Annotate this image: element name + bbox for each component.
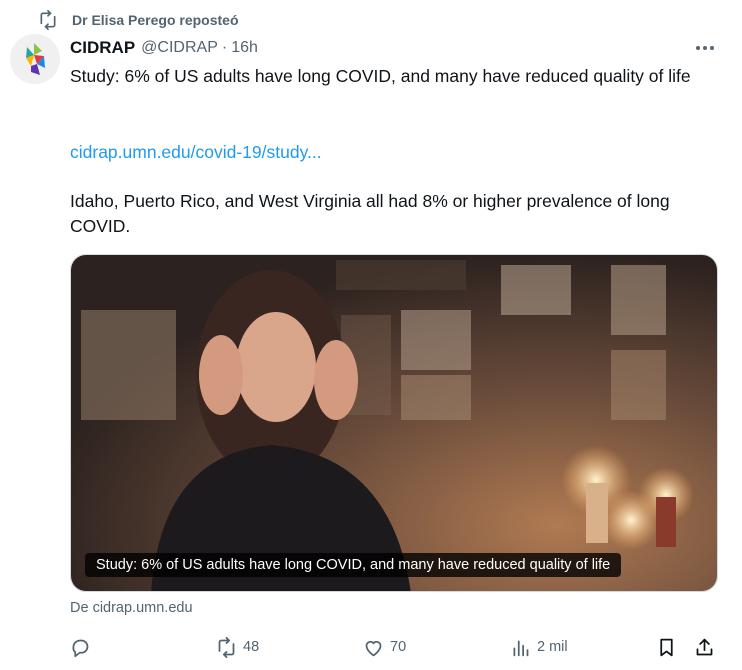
share-button[interactable]	[694, 634, 721, 660]
tweet-text-body: Idaho, Puerto Rico, and West Virginia al…	[70, 191, 670, 236]
repost-indicator[interactable]: Dr Elisa Perego reposteó	[38, 10, 239, 30]
bookmark-icon	[660, 638, 673, 656]
repost-count: 48	[243, 639, 260, 655]
link-card[interactable]: Study: 6% of US adults have long COVID, …	[70, 254, 718, 592]
views-button[interactable]: 2 mil	[510, 634, 568, 660]
reply-button[interactable]	[70, 634, 97, 660]
bookmark-button[interactable]	[656, 634, 683, 660]
action-bar: 48 70 2 mil	[70, 634, 720, 660]
tweet-text-headline: Study: 6% of US adults have long COVID, …	[70, 66, 691, 86]
reply-icon	[72, 639, 89, 657]
more-options-button[interactable]	[694, 38, 716, 58]
tweet-link[interactable]: cidrap.umn.edu/covid-19/study...	[70, 140, 720, 165]
tweet-header: CIDRAP @CIDRAP · 16h	[70, 37, 722, 59]
separator: ·	[221, 39, 228, 56]
share-icon	[696, 638, 713, 655]
repost-button[interactable]: 48	[216, 634, 259, 660]
card-image	[71, 255, 717, 591]
more-icon	[696, 46, 700, 50]
views-icon	[513, 640, 529, 656]
like-button[interactable]: 70	[363, 634, 406, 660]
author-handle[interactable]: @CIDRAP	[141, 39, 218, 57]
like-count: 70	[390, 639, 407, 655]
like-icon	[365, 640, 382, 656]
card-source[interactable]: De cidrap.umn.edu	[70, 600, 193, 616]
avatar[interactable]	[10, 34, 60, 84]
repost-label: Dr Elisa Perego reposteó	[72, 12, 239, 28]
card-caption: Study: 6% of US adults have long COVID, …	[85, 553, 622, 577]
repost-icon	[40, 10, 56, 30]
repost-icon	[218, 636, 235, 658]
tweet-time[interactable]: 16h	[231, 39, 258, 57]
cidrap-logo-icon	[10, 34, 60, 84]
author-name[interactable]: CIDRAP	[70, 38, 135, 58]
views-count: 2 mil	[537, 639, 568, 655]
